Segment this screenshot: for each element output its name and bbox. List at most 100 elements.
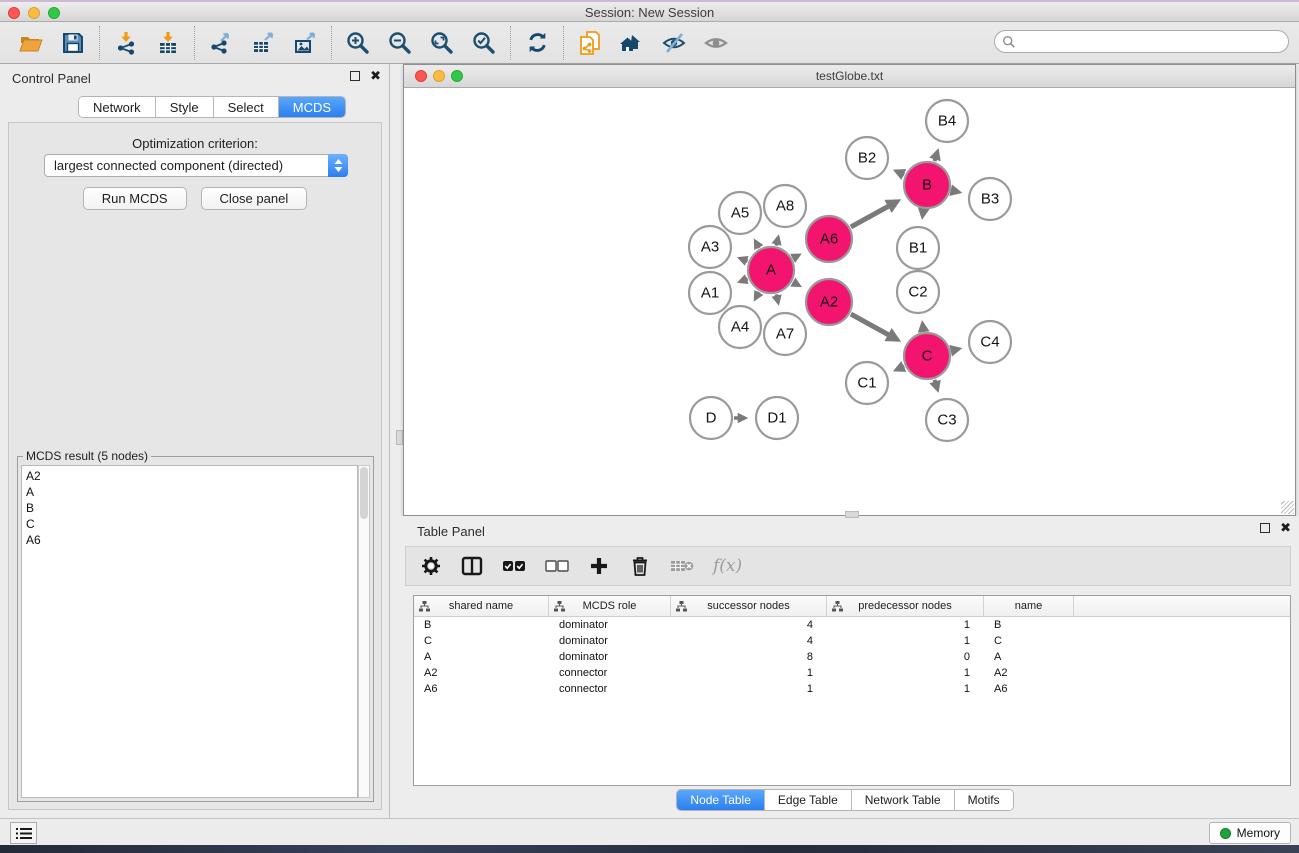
run-mcds-button[interactable]: Run MCDS <box>83 187 187 210</box>
cell[interactable]: B <box>414 617 549 633</box>
edge-C-C3[interactable] <box>935 380 938 390</box>
close-panel-icon[interactable]: ✖ <box>370 71 381 81</box>
table-row-A[interactable]: Adominator80A <box>414 649 1290 665</box>
edge-B-B4[interactable] <box>935 152 938 162</box>
edge-C-C4[interactable] <box>951 349 958 351</box>
criterion-select[interactable]: largest connected component (directed) <box>44 154 348 177</box>
edge-A-A7[interactable] <box>776 294 778 302</box>
network-window-titlebar[interactable]: testGlobe.txt <box>404 65 1295 88</box>
import-table-button[interactable] <box>147 25 189 61</box>
column-header-shared-name[interactable]: shared name <box>414 596 549 616</box>
scrollbar-thumb[interactable] <box>360 467 368 519</box>
table-row-A2[interactable]: A2connector11A2 <box>414 665 1290 681</box>
edge-B-B1[interactable] <box>923 210 924 217</box>
search-input[interactable] <box>1016 32 1288 51</box>
tab-mcds[interactable]: MCDS <box>279 97 345 117</box>
create-column-button[interactable] <box>588 554 610 578</box>
float-panel-icon[interactable] <box>350 71 360 81</box>
cell[interactable]: dominator <box>549 649 671 665</box>
edge-A-A2[interactable] <box>793 282 799 286</box>
cell[interactable]: 1 <box>671 665 827 681</box>
column-header-successor-nodes[interactable]: successor nodes <box>671 596 827 616</box>
split-panel-button[interactable] <box>461 554 483 578</box>
mcds-result-item[interactable]: A <box>22 484 357 500</box>
deselect-all-button[interactable] <box>545 554 569 578</box>
task-history-button[interactable] <box>10 822 37 844</box>
cell[interactable]: A2 <box>984 665 1074 681</box>
cell[interactable]: 8 <box>671 649 827 665</box>
delete-table-button[interactable] <box>670 554 694 578</box>
tab-select[interactable]: Select <box>214 97 279 117</box>
mcds-result-list[interactable]: A2ABCA6 <box>21 465 358 798</box>
column-header-name[interactable]: name <box>984 596 1074 616</box>
export-table-button[interactable] <box>242 25 284 61</box>
tab-network[interactable]: Network <box>79 97 156 117</box>
table-settings-button[interactable] <box>420 554 442 578</box>
cell[interactable]: 1 <box>827 681 984 697</box>
cell[interactable]: B <box>984 617 1074 633</box>
vertical-split-grabber[interactable] <box>396 430 403 445</box>
edge-C-C2[interactable] <box>923 324 924 332</box>
zoom-out-button[interactable] <box>379 25 421 61</box>
mcds-result-item[interactable]: A2 <box>22 468 357 484</box>
cell[interactable]: connector <box>549 665 671 681</box>
tab-edge-table[interactable]: Edge Table <box>765 790 852 810</box>
app-titlebar[interactable]: Session: New Session <box>0 2 1299 22</box>
horizontal-split-grabber[interactable] <box>845 511 859 518</box>
cell[interactable]: 0 <box>827 649 984 665</box>
close-panel-button[interactable]: Close panel <box>201 187 308 210</box>
delete-columns-button[interactable] <box>629 554 651 578</box>
edge-B-B3[interactable] <box>951 190 958 192</box>
import-network-button[interactable] <box>105 25 147 61</box>
cell[interactable]: A2 <box>414 665 549 681</box>
edge-A-A1[interactable] <box>740 279 748 282</box>
edge-A-A5[interactable] <box>755 241 759 248</box>
open-file-button[interactable] <box>10 25 52 61</box>
export-image-button[interactable] <box>284 25 326 61</box>
cell[interactable]: connector <box>549 681 671 697</box>
hide-selected-button[interactable] <box>653 25 695 61</box>
cell[interactable]: 4 <box>671 617 827 633</box>
cell[interactable]: A <box>414 649 549 665</box>
cell[interactable]: 1 <box>827 633 984 649</box>
close-table-panel-icon[interactable]: ✖ <box>1280 523 1291 533</box>
export-network-button[interactable] <box>200 25 242 61</box>
edge-A2-C[interactable] <box>851 314 897 340</box>
cell[interactable]: A <box>984 649 1074 665</box>
mcds-result-item[interactable]: A6 <box>22 532 357 548</box>
select-all-button[interactable] <box>502 554 526 578</box>
tab-network-table[interactable]: Network Table <box>852 790 955 810</box>
tab-node-table[interactable]: Node Table <box>677 790 765 810</box>
function-builder-button[interactable]: f(x) <box>713 554 742 578</box>
network-from-file-button[interactable] <box>569 25 611 61</box>
resize-grip[interactable] <box>1281 501 1294 514</box>
column-header-mcds-role[interactable]: MCDS role <box>549 596 671 616</box>
column-header-predecessor-nodes[interactable]: predecessor nodes <box>827 596 984 616</box>
zoom-selected-button[interactable] <box>463 25 505 61</box>
tab-motifs[interactable]: Motifs <box>955 790 1013 810</box>
edge-A-A8[interactable] <box>776 237 778 245</box>
memory-button[interactable]: Memory <box>1209 822 1291 844</box>
edge-A-A6[interactable] <box>793 255 799 258</box>
mcds-result-item[interactable]: B <box>22 500 357 516</box>
cell[interactable]: C <box>414 633 549 649</box>
edge-C-C1[interactable] <box>896 366 904 370</box>
table-row-B[interactable]: Bdominator41B <box>414 617 1290 633</box>
cell[interactable]: 1 <box>671 681 827 697</box>
table-row-C[interactable]: Cdominator41C <box>414 633 1290 649</box>
search-field[interactable] <box>994 30 1289 53</box>
edge-A6-B[interactable] <box>851 201 897 227</box>
cell[interactable]: 4 <box>671 633 827 649</box>
result-list-scrollbar[interactable] <box>358 465 370 798</box>
edge-B-B2[interactable] <box>896 171 904 175</box>
tab-style[interactable]: Style <box>156 97 214 117</box>
cell[interactable]: dominator <box>549 617 671 633</box>
mcds-result-item[interactable]: C <box>22 516 357 532</box>
cell[interactable]: 1 <box>827 617 984 633</box>
cell[interactable]: 1 <box>827 665 984 681</box>
edge-A-A3[interactable] <box>740 258 748 261</box>
save-session-button[interactable] <box>52 25 94 61</box>
table-row-A6[interactable]: A6connector11A6 <box>414 681 1290 697</box>
cell[interactable]: A6 <box>414 681 549 697</box>
cell[interactable]: A6 <box>984 681 1074 697</box>
